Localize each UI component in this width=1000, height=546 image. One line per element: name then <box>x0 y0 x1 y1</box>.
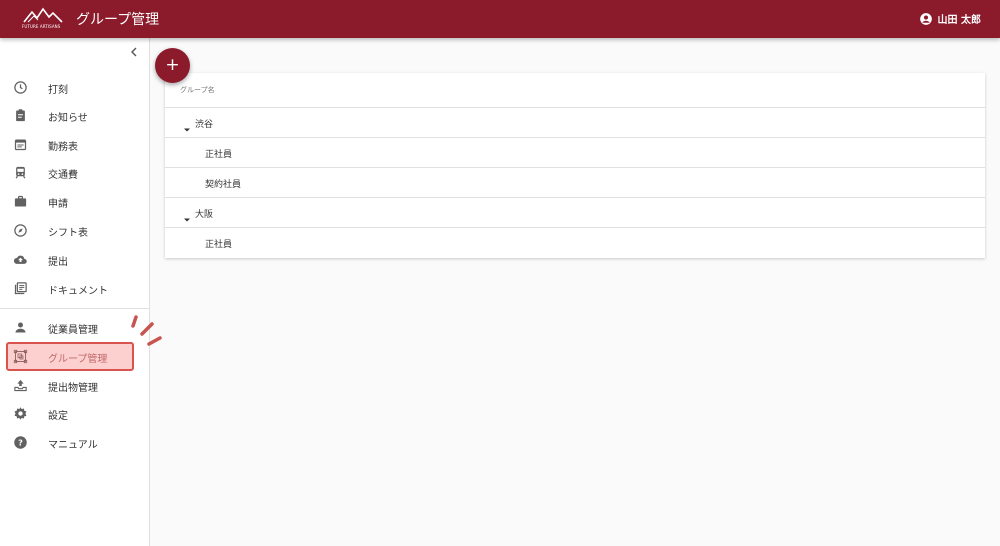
help-icon: ? <box>13 435 28 450</box>
inbox-upload-icon <box>13 378 28 393</box>
page-title: グループ管理 <box>76 12 160 28</box>
caret-down-icon[interactable] <box>183 119 191 132</box>
table-row[interactable]: 正社員 <box>165 138 985 168</box>
sidebar-item-shifts[interactable]: シフト表 <box>0 216 149 245</box>
company-logo[interactable]: FUTURE ARTISANS <box>22 6 64 32</box>
sidebar-item-label: 交通費 <box>48 170 78 181</box>
chevron-left-icon[interactable] <box>128 46 140 60</box>
sidebar-divider <box>0 308 149 309</box>
user-name: 山田 太郎 <box>937 15 981 26</box>
group-name: 渋谷 <box>195 120 214 130</box>
svg-text:?: ? <box>18 437 23 447</box>
sidebar-item-label: シフト表 <box>48 228 88 239</box>
train-icon <box>13 165 28 180</box>
cloud-upload-icon <box>13 252 28 267</box>
sidebar-item-label: 従業員管理 <box>48 325 98 336</box>
sidebar-item-notices[interactable]: お知らせ <box>0 101 149 130</box>
table-header: グループ名 <box>165 73 985 108</box>
column-header-group-name: グループ名 <box>180 86 215 94</box>
table-row[interactable]: 契約社員 <box>165 168 985 198</box>
sidebar-item-timestamp[interactable]: 打刻 <box>0 73 149 102</box>
gear-icon <box>13 406 28 421</box>
mountain-logo-icon <box>23 7 63 23</box>
group-name: 正社員 <box>205 150 233 160</box>
sidebar-item-documents[interactable]: ドキュメント <box>0 274 149 303</box>
group-frame-icon <box>13 349 28 364</box>
group-name: 大阪 <box>195 210 214 220</box>
table-row[interactable]: 正社員 <box>165 228 985 258</box>
sidebar: 打刻 お知らせ 勤務表 交通費 申請 シフト表 提出 ドキュメント 従業員管理 … <box>0 38 150 546</box>
group-name: 正社員 <box>205 240 233 250</box>
app-header: FUTURE ARTISANS グループ管理 山田 太郎 <box>0 0 1000 38</box>
library-books-icon <box>13 281 28 296</box>
sidebar-item-manual[interactable]: ? マニュアル <box>0 428 149 457</box>
add-group-button[interactable]: + <box>155 48 190 83</box>
clipboard-icon <box>13 108 28 123</box>
sidebar-item-submit[interactable]: 提出 <box>0 245 149 274</box>
sidebar-item-label: 勤務表 <box>48 142 78 153</box>
logo-text: FUTURE ARTISANS <box>22 24 61 29</box>
sidebar-item-label: 設定 <box>48 411 68 422</box>
sidebar-item-groups[interactable]: グループ管理 <box>6 342 134 371</box>
sidebar-item-label: 打刻 <box>48 85 68 96</box>
group-table: グループ名 渋谷 正社員 契約社員 大阪 正社員 <box>165 73 985 258</box>
sidebar-item-label: 提出物管理 <box>48 383 98 394</box>
sidebar-item-label: ドキュメント <box>48 286 108 297</box>
table-row[interactable]: 大阪 <box>165 198 985 228</box>
briefcase-icon <box>13 194 28 209</box>
sidebar-item-transport[interactable]: 交通費 <box>0 158 149 187</box>
sidebar-item-settings[interactable]: 設定 <box>0 399 149 428</box>
caret-down-icon[interactable] <box>183 209 191 222</box>
user-menu[interactable]: 山田 太郎 <box>919 11 981 26</box>
account-circle-icon <box>919 12 933 26</box>
calendar-icon <box>13 137 28 152</box>
sidebar-item-requests[interactable]: 申請 <box>0 187 149 216</box>
sidebar-item-label: 申請 <box>48 199 68 210</box>
sidebar-item-employees[interactable]: 従業員管理 <box>0 313 149 342</box>
group-name: 契約社員 <box>205 180 242 190</box>
sidebar-item-label: グループ管理 <box>48 354 108 365</box>
clock-icon <box>13 80 28 95</box>
compass-icon <box>13 223 28 238</box>
sidebar-item-timesheet[interactable]: 勤務表 <box>0 130 149 159</box>
sidebar-item-label: 提出 <box>48 257 68 268</box>
highlight-marks-icon <box>131 315 162 346</box>
sidebar-item-label: お知らせ <box>48 113 88 124</box>
table-row[interactable]: 渋谷 <box>165 108 985 138</box>
sidebar-item-submissions[interactable]: 提出物管理 <box>0 371 149 400</box>
person-icon <box>13 320 28 335</box>
sidebar-item-label: マニュアル <box>48 440 98 451</box>
